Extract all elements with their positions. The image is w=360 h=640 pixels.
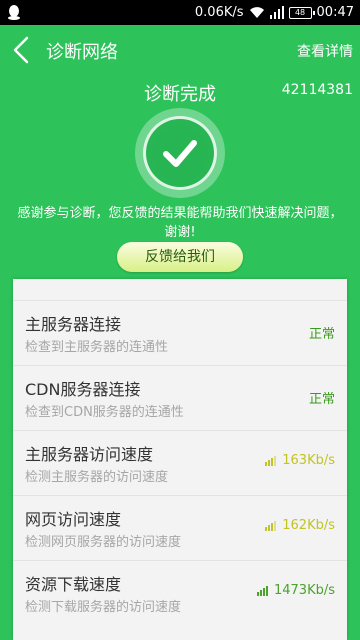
check-description: 检查到CDN服务器的连通性 bbox=[25, 405, 184, 420]
check-result: 1473Kb/s bbox=[273, 583, 335, 598]
checkmark-icon bbox=[163, 140, 197, 167]
check-title: 资源下载速度 bbox=[25, 575, 122, 594]
app-header: 诊断网络 查看详情 bbox=[0, 25, 360, 75]
list-item: 网页访问速度 检测网页服务器的访问速度 162Kb/s bbox=[13, 495, 347, 560]
network-speed: 0.06K/s bbox=[194, 5, 244, 20]
list-item: 主服务器连接 检查到主服务器的连通性 正常 bbox=[13, 300, 347, 365]
clock: 00:47 bbox=[316, 5, 354, 20]
wifi-icon bbox=[249, 7, 264, 18]
check-result: 正常 bbox=[308, 327, 335, 342]
signal-strength-icon bbox=[265, 455, 277, 466]
check-title: CDN服务器连接 bbox=[25, 380, 141, 399]
diagnosis-code: 42114381 bbox=[281, 82, 353, 98]
battery-icon: 48 bbox=[288, 6, 315, 19]
status-bar: 0.06K/s 48 00:47 bbox=[0, 0, 360, 25]
check-title: 主服务器连接 bbox=[25, 315, 122, 334]
list-item: 主服务器访问速度 检测主服务器的访问速度 163Kb/s bbox=[13, 430, 347, 495]
qq-icon bbox=[8, 5, 20, 20]
view-details-link[interactable]: 查看详情 bbox=[297, 41, 353, 61]
check-description: 检测网页服务器的访问速度 bbox=[25, 535, 182, 550]
signal-icon bbox=[269, 6, 284, 19]
check-list[interactable]: 主服务器连接 检查到主服务器的连通性 正常 CDN服务器连接 检查到CDN服务器… bbox=[13, 279, 347, 640]
list-item: 资源下载速度 检测下载服务器的访问速度 1473Kb/s bbox=[13, 560, 347, 625]
signal-strength-icon bbox=[265, 520, 277, 531]
check-title: 主服务器访问速度 bbox=[25, 445, 154, 464]
signal-strength-icon bbox=[256, 585, 268, 596]
check-result: 163Kb/s bbox=[282, 453, 335, 468]
check-description: 检测下载服务器的访问速度 bbox=[25, 600, 182, 615]
check-result: 162Kb/s bbox=[282, 518, 335, 533]
thanks-message: 感谢参与诊断，您反馈的结果能帮助我们快速解决问题，谢谢! bbox=[17, 206, 343, 240]
check-result: 正常 bbox=[308, 392, 335, 407]
success-badge bbox=[135, 108, 225, 198]
check-description: 检测主服务器的访问速度 bbox=[25, 470, 169, 485]
page-title: 诊断网络 bbox=[46, 42, 118, 63]
back-icon[interactable] bbox=[6, 32, 40, 68]
list-item: CDN服务器连接 检查到CDN服务器的连通性 正常 bbox=[13, 365, 347, 430]
battery-level: 48 bbox=[294, 7, 306, 17]
check-title: 网页访问速度 bbox=[25, 510, 122, 529]
check-description: 检查到主服务器的连通性 bbox=[25, 340, 169, 355]
feedback-button[interactable]: 反馈给我们 bbox=[117, 242, 243, 272]
